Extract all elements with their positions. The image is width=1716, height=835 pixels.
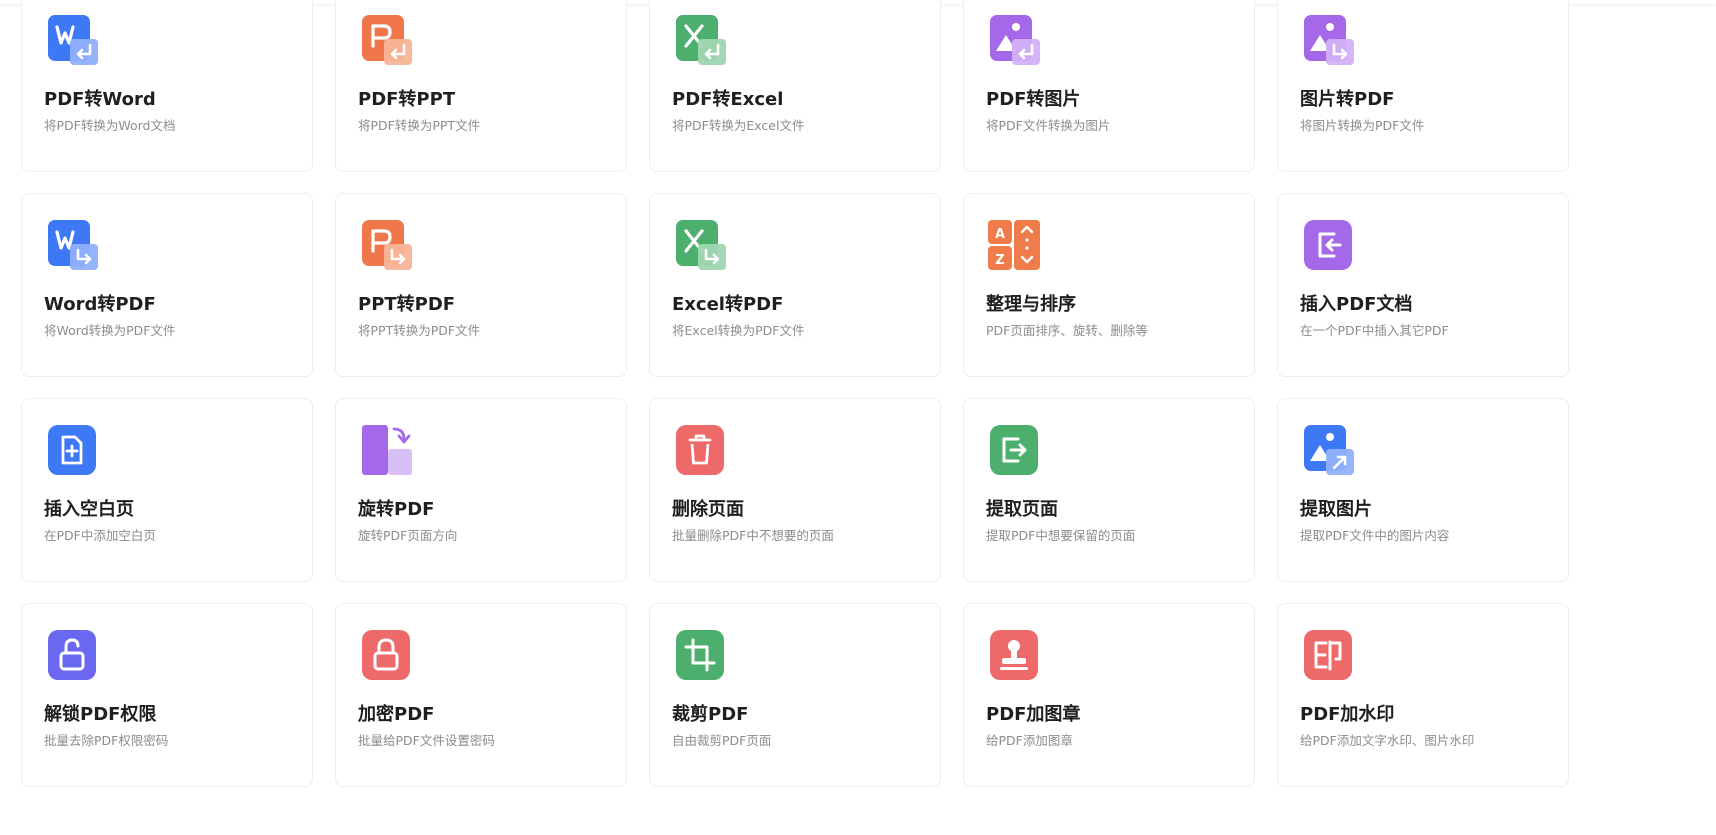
- tool-card-pdf-to-ppt[interactable]: PDF转PPT 将PDF转换为PPT文件: [335, 0, 627, 172]
- tool-title: Excel转PDF: [672, 294, 784, 315]
- tool-card-delete-page[interactable]: 删除页面 批量删除PDF中不想要的页面: [649, 398, 941, 582]
- tool-title: 提取页面: [986, 499, 1058, 520]
- unlock-icon: [44, 628, 100, 684]
- tool-card-image-to-pdf[interactable]: 图片转PDF 将图片转换为PDF文件: [1277, 0, 1569, 172]
- tool-card-encrypt[interactable]: 加密PDF 批量给PDF文件设置密码: [335, 603, 627, 787]
- image-to-pdf-icon: [1300, 13, 1356, 69]
- tool-card-word-to-pdf[interactable]: Word转PDF 将Word转换为PDF文件: [21, 193, 313, 377]
- pdf-to-excel-icon: [672, 13, 728, 69]
- tool-title: PDF加水印: [1300, 704, 1395, 725]
- tool-title: 插入PDF文档: [1300, 294, 1413, 315]
- pdf-to-ppt-icon: [358, 13, 414, 69]
- insert-blank-page-icon: [44, 423, 100, 479]
- tool-title: Word转PDF: [44, 294, 156, 315]
- tool-desc: 将PDF文件转换为图片: [986, 118, 1111, 133]
- tool-card-pdf-to-image[interactable]: PDF转图片 将PDF文件转换为图片: [963, 0, 1255, 172]
- tool-desc: 将PDF转换为Excel文件: [672, 118, 805, 133]
- tool-title: 解锁PDF权限: [44, 704, 157, 725]
- tool-desc: 将Word转换为PDF文件: [44, 323, 176, 338]
- crop-icon: [672, 628, 728, 684]
- tool-title: 提取图片: [1300, 499, 1372, 520]
- tool-desc: 将Excel转换为PDF文件: [672, 323, 805, 338]
- tool-title: 裁剪PDF: [672, 704, 749, 725]
- rotate-page-icon: [358, 423, 414, 479]
- insert-document-icon: [1300, 218, 1356, 274]
- tool-desc: 提取PDF文件中的图片内容: [1300, 528, 1450, 543]
- tool-card-pdf-to-word[interactable]: PDF转Word 将PDF转换为Word文档: [21, 0, 313, 172]
- tool-desc: 提取PDF中想要保留的页面: [986, 528, 1136, 543]
- tool-card-extract-page[interactable]: 提取页面 提取PDF中想要保留的页面: [963, 398, 1255, 582]
- svg-text:A: A: [995, 227, 1005, 242]
- tool-desc: 自由裁剪PDF页面: [672, 733, 772, 748]
- svg-text:Z: Z: [995, 253, 1004, 268]
- tool-card-rotate[interactable]: 旋转PDF 旋转PDF页面方向: [335, 398, 627, 582]
- tool-card-insert-document[interactable]: 插入PDF文档 在一个PDF中插入其它PDF: [1277, 193, 1569, 377]
- tool-desc: 给PDF添加图章: [986, 733, 1073, 748]
- tool-desc: 给PDF添加文字水印、图片水印: [1300, 733, 1475, 748]
- tool-title: 删除页面: [672, 499, 744, 520]
- tool-title: 加密PDF: [358, 704, 435, 725]
- tool-title: PDF转Word: [44, 89, 156, 110]
- tool-desc: 将PDF转换为Word文档: [44, 118, 176, 133]
- pdf-to-word-icon: [44, 13, 100, 69]
- tool-card-sort[interactable]: A Z 整理与排序 PDF页面排序、旋转、删除等: [963, 193, 1255, 377]
- pdf-to-image-icon: [986, 13, 1042, 69]
- tool-title: 图片转PDF: [1300, 89, 1395, 110]
- tool-title: PDF转PPT: [358, 89, 456, 110]
- tool-desc: 在一个PDF中插入其它PDF: [1300, 323, 1449, 338]
- tool-desc: 批量删除PDF中不想要的页面: [672, 528, 834, 543]
- stamp-icon: [986, 628, 1042, 684]
- tool-card-extract-image[interactable]: 提取图片 提取PDF文件中的图片内容: [1277, 398, 1569, 582]
- tool-card-excel-to-pdf[interactable]: Excel转PDF 将Excel转换为PDF文件: [649, 193, 941, 377]
- excel-to-pdf-icon: [672, 218, 728, 274]
- tool-title: PPT转PDF: [358, 294, 456, 315]
- tool-title: 整理与排序: [986, 294, 1076, 315]
- tool-title: PDF转图片: [986, 89, 1081, 110]
- tool-card-unlock[interactable]: 解锁PDF权限 批量去除PDF权限密码: [21, 603, 313, 787]
- tool-desc: 将图片转换为PDF文件: [1300, 118, 1425, 133]
- sort-az-icon: A Z: [986, 218, 1042, 274]
- watermark-icon: [1300, 628, 1356, 684]
- lock-icon: [358, 628, 414, 684]
- trash-icon: [672, 423, 728, 479]
- extract-page-icon: [986, 423, 1042, 479]
- tool-title: PDF加图章: [986, 704, 1081, 725]
- tool-desc: PDF页面排序、旋转、删除等: [986, 323, 1148, 338]
- tool-desc: 批量给PDF文件设置密码: [358, 733, 495, 748]
- tool-card-crop[interactable]: 裁剪PDF 自由裁剪PDF页面: [649, 603, 941, 787]
- tool-title: PDF转Excel: [672, 89, 784, 110]
- tool-desc: 将PDF转换为PPT文件: [358, 118, 481, 133]
- tool-desc: 批量去除PDF权限密码: [44, 733, 169, 748]
- tool-card-ppt-to-pdf[interactable]: PPT转PDF 将PPT转换为PDF文件: [335, 193, 627, 377]
- tool-title: 插入空白页: [44, 499, 134, 520]
- tool-card-insert-blank[interactable]: 插入空白页 在PDF中添加空白页: [21, 398, 313, 582]
- tool-card-stamp[interactable]: PDF加图章 给PDF添加图章: [963, 603, 1255, 787]
- extract-image-icon: [1300, 423, 1356, 479]
- word-to-pdf-icon: [44, 218, 100, 274]
- tool-card-watermark[interactable]: PDF加水印 给PDF添加文字水印、图片水印: [1277, 603, 1569, 787]
- tools-grid: PDF转Word 将PDF转换为Word文档 PDF转PPT 将PDF转换为PP…: [21, 0, 1569, 787]
- ppt-to-pdf-icon: [358, 218, 414, 274]
- tool-card-pdf-to-excel[interactable]: PDF转Excel 将PDF转换为Excel文件: [649, 0, 941, 172]
- tool-desc: 将PPT转换为PDF文件: [358, 323, 481, 338]
- tool-desc: 旋转PDF页面方向: [358, 528, 458, 543]
- tool-title: 旋转PDF: [358, 499, 435, 520]
- tool-desc: 在PDF中添加空白页: [44, 528, 156, 543]
